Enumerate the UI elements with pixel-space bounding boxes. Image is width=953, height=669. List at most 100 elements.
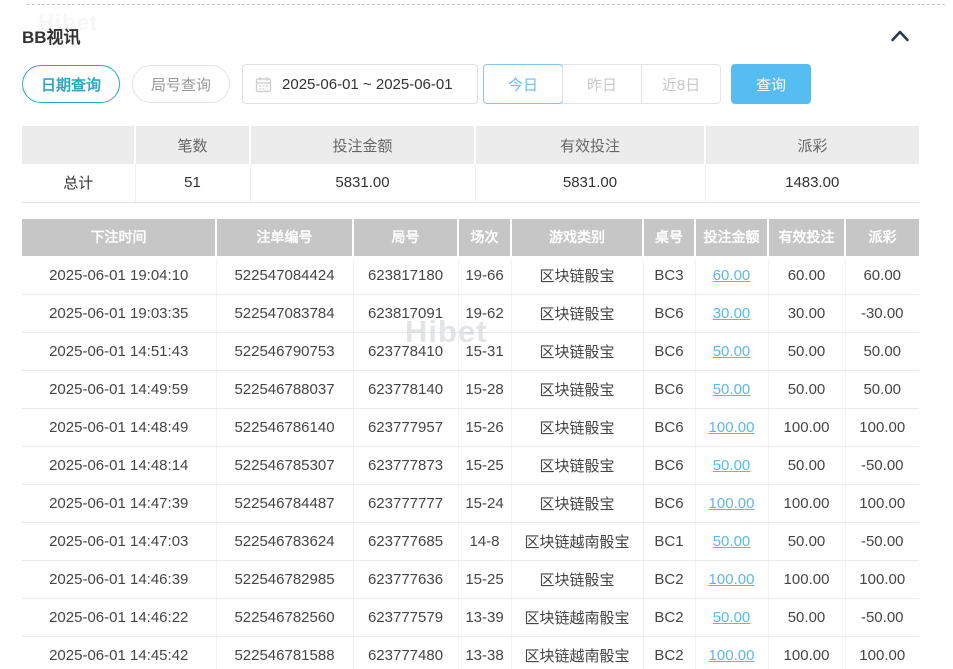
table-number-cell: BC6 [643, 371, 695, 409]
table-row: 2025-06-01 19:04:10522547084424623817180… [22, 257, 919, 295]
summary-col-payout: 派彩 [705, 126, 919, 164]
session-cell: 13-39 [458, 599, 511, 637]
summary-payout-value: 1483.00 [705, 164, 919, 202]
round-number-cell: 623777957 [353, 409, 458, 447]
round-number-cell: 623777579 [353, 599, 458, 637]
round-number-cell: 623778410 [353, 333, 458, 371]
bet-amount-link[interactable]: 60.00 [713, 267, 751, 284]
bet-amount-link[interactable]: 50.00 [713, 457, 751, 474]
table-row: 2025-06-01 14:47:03522546783624623777685… [22, 523, 919, 561]
game-type-cell: 区块链骰宝 [511, 561, 643, 599]
date-range-value: 2025-06-01 ~ 2025-06-01 [282, 76, 453, 93]
quick-range-group: 今日 昨日 近8日 [483, 64, 721, 104]
page-title: BB视讯 [22, 23, 81, 48]
order-number-cell: 522546784487 [216, 485, 353, 523]
collapse-section-button[interactable] [887, 25, 913, 45]
round-number-cell: 623777480 [353, 637, 458, 669]
filter-bar: 日期查询 局号查询 2025-06-01 ~ 2025-06-01 今日 [22, 64, 919, 104]
valid-bet-cell: 50.00 [768, 523, 845, 561]
col-header-order-number: 注单编号 [216, 219, 353, 257]
bet-amount-link[interactable]: 50.00 [713, 343, 751, 360]
payout-cell: 100.00 [845, 485, 919, 523]
valid-bet-cell: 100.00 [768, 561, 845, 599]
bet-time-cell: 2025-06-01 14:48:14 [22, 447, 216, 485]
order-number-cell: 522546785307 [216, 447, 353, 485]
valid-bet-cell: 50.00 [768, 599, 845, 637]
round-query-tab[interactable]: 局号查询 [132, 65, 230, 103]
table-row: 2025-06-01 14:48:14522546785307623777873… [22, 447, 919, 485]
bet-amount-link[interactable]: 100.00 [709, 647, 755, 664]
bet-amount-cell: 50.00 [695, 599, 768, 637]
order-number-cell: 522547083784 [216, 295, 353, 333]
order-number-cell: 522546782985 [216, 561, 353, 599]
payout-cell: -50.00 [845, 447, 919, 485]
payout-cell: -50.00 [845, 523, 919, 561]
bet-amount-link[interactable]: 30.00 [713, 305, 751, 322]
bet-amount-link[interactable]: 50.00 [713, 609, 751, 626]
quick-range-today[interactable]: 今日 [483, 64, 563, 104]
game-type-cell: 区块链骰宝 [511, 485, 643, 523]
date-range-input[interactable]: 2025-06-01 ~ 2025-06-01 [242, 64, 478, 104]
summary-total-row: 总计 51 5831.00 5831.00 1483.00 [22, 164, 919, 202]
session-cell: 19-62 [458, 295, 511, 333]
search-button[interactable]: 查询 [731, 64, 811, 104]
bet-time-cell: 2025-06-01 14:47:03 [22, 523, 216, 561]
bet-amount-link[interactable]: 100.00 [709, 571, 755, 588]
bet-time-cell: 2025-06-01 14:47:39 [22, 485, 216, 523]
payout-cell: -50.00 [845, 599, 919, 637]
payout-cell: 100.00 [845, 409, 919, 447]
bet-amount-link[interactable]: 50.00 [713, 381, 751, 398]
valid-bet-cell: 50.00 [768, 447, 845, 485]
col-header-bet-time: 下注时间 [22, 219, 216, 257]
session-cell: 15-31 [458, 333, 511, 371]
date-query-tab[interactable]: 日期查询 [22, 65, 120, 103]
bet-amount-cell: 50.00 [695, 523, 768, 561]
payout-cell: 50.00 [845, 371, 919, 409]
game-type-cell: 区块链骰宝 [511, 257, 643, 295]
bet-time-cell: 2025-06-01 19:03:35 [22, 295, 216, 333]
table-row: 2025-06-01 14:51:43522546790753623778410… [22, 333, 919, 371]
quick-range-yesterday[interactable]: 昨日 [562, 65, 641, 103]
bet-amount-cell: 50.00 [695, 333, 768, 371]
game-type-cell: 区块链骰宝 [511, 295, 643, 333]
col-header-valid-bet: 有效投注 [768, 219, 845, 257]
payout-cell: 100.00 [845, 637, 919, 669]
calendar-icon [255, 76, 272, 93]
round-number-cell: 623777685 [353, 523, 458, 561]
bet-time-cell: 2025-06-01 14:45:42 [22, 637, 216, 669]
table-number-cell: BC3 [643, 257, 695, 295]
table-row: 2025-06-01 14:49:59522546788037623778140… [22, 371, 919, 409]
bet-amount-link[interactable]: 100.00 [709, 419, 755, 436]
bet-time-cell: 2025-06-01 14:46:39 [22, 561, 216, 599]
payout-cell: 100.00 [845, 561, 919, 599]
table-row: 2025-06-01 19:03:35522547083784623817091… [22, 295, 919, 333]
session-cell: 15-28 [458, 371, 511, 409]
bet-amount-cell: 100.00 [695, 485, 768, 523]
table-number-cell: BC6 [643, 485, 695, 523]
valid-bet-cell: 60.00 [768, 257, 845, 295]
bet-time-cell: 2025-06-01 14:51:43 [22, 333, 216, 371]
table-number-cell: BC2 [643, 599, 695, 637]
section-header: BB视讯 [22, 22, 919, 48]
records-table: 下注时间 注单编号 局号 场次 游戏类别 桌号 投注金额 有效投注 派彩 202… [22, 219, 919, 669]
col-header-table-number: 桌号 [643, 219, 695, 257]
col-header-bet-amount: 投注金额 [695, 219, 768, 257]
table-number-cell: BC2 [643, 637, 695, 669]
col-header-session: 场次 [458, 219, 511, 257]
valid-bet-cell: 100.00 [768, 409, 845, 447]
payout-cell: 50.00 [845, 333, 919, 371]
order-number-cell: 522546783624 [216, 523, 353, 561]
quick-range-last8days[interactable]: 近8日 [641, 65, 720, 103]
bet-amount-link[interactable]: 100.00 [709, 495, 755, 512]
bet-amount-link[interactable]: 50.00 [713, 533, 751, 550]
summary-header-row: 笔数 投注金额 有效投注 派彩 [22, 126, 919, 164]
game-type-cell: 区块链越南骰宝 [511, 637, 643, 669]
session-cell: 15-25 [458, 561, 511, 599]
round-number-cell: 623817180 [353, 257, 458, 295]
records-header-row: 下注时间 注单编号 局号 场次 游戏类别 桌号 投注金额 有效投注 派彩 [22, 219, 919, 257]
game-type-cell: 区块链骰宝 [511, 333, 643, 371]
bet-time-cell: 2025-06-01 14:49:59 [22, 371, 216, 409]
valid-bet-cell: 30.00 [768, 295, 845, 333]
session-cell: 19-66 [458, 257, 511, 295]
table-number-cell: BC6 [643, 333, 695, 371]
